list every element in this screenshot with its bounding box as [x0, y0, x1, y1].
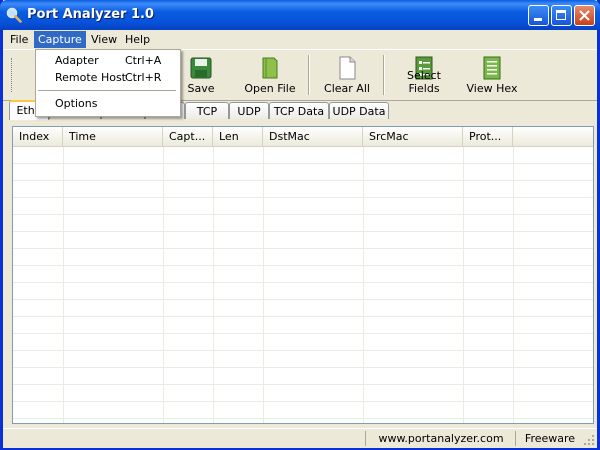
column-divider	[363, 147, 364, 423]
clear-all-button[interactable]: Clear All	[321, 53, 373, 97]
open-file-button[interactable]: Open File	[241, 53, 299, 97]
close-button[interactable]	[574, 5, 595, 26]
tab-udp[interactable]: UDP	[229, 102, 269, 119]
title-bar[interactable]: Port Analyzer 1.0	[0, 0, 600, 30]
column-divider	[163, 147, 164, 423]
app-window: Port Analyzer 1.0 File Capture View Help	[0, 0, 600, 450]
menu-separator	[38, 90, 176, 91]
folder-icon	[262, 57, 278, 79]
view-hex-button[interactable]: View Hex	[465, 53, 519, 97]
list-rows	[13, 147, 593, 423]
menu-item-label: Adapter	[55, 54, 99, 67]
menu-item-adapter[interactable]: Adapter Ctrl+A	[38, 52, 178, 69]
capture-menu-dropdown: Adapter Ctrl+A Remote Host Ctrl+R Option…	[35, 49, 181, 117]
menu-item-label: Remote Host	[55, 71, 126, 84]
menu-help[interactable]: Help	[121, 31, 154, 48]
resize-grip-icon[interactable]	[583, 434, 595, 446]
menu-item-shortcut: Ctrl+A	[125, 54, 162, 67]
clear-all-label: Clear All	[324, 82, 370, 95]
magnifier-icon	[6, 7, 22, 23]
status-license: Freeware	[515, 431, 584, 446]
list-header: Index Time Capt... Len DstMac SrcMac Pro…	[13, 127, 593, 147]
column-divider	[63, 147, 64, 423]
open-file-label: Open File	[244, 82, 296, 95]
column-header-protocol[interactable]: Prot...	[463, 127, 513, 146]
tab-tcp[interactable]: TCP	[185, 102, 229, 119]
tab-udp-data[interactable]: UDP Data	[329, 102, 389, 119]
toolbar-separator	[383, 55, 385, 95]
menu-item-options[interactable]: Options	[38, 95, 178, 112]
close-icon	[579, 10, 590, 21]
minimize-button[interactable]	[528, 5, 549, 26]
hex-document-icon	[483, 56, 501, 80]
maximize-icon	[556, 10, 566, 20]
menu-view[interactable]: View	[87, 31, 121, 48]
column-header-dstmac[interactable]: DstMac	[263, 127, 363, 146]
menu-item-remote-host[interactable]: Remote Host Ctrl+R	[38, 69, 178, 86]
minimize-icon	[534, 18, 542, 21]
column-header-index[interactable]: Index	[13, 127, 63, 146]
status-url[interactable]: www.portanalyzer.com	[365, 431, 516, 446]
menu-item-label: Options	[55, 97, 98, 110]
menu-item-shortcut: Ctrl+R	[125, 71, 162, 84]
save-label: Save	[187, 82, 215, 95]
maximize-button[interactable]	[551, 5, 572, 26]
view-hex-label: View Hex	[466, 82, 518, 95]
select-fields-label: Select Fields	[407, 69, 441, 95]
select-fields-button[interactable]: Select Fields	[391, 53, 457, 97]
column-header-srcmac[interactable]: SrcMac	[363, 127, 463, 146]
save-button[interactable]: Save	[179, 53, 223, 97]
column-divider	[463, 147, 464, 423]
toolbar-separator	[308, 55, 310, 95]
packet-list[interactable]: Index Time Capt... Len DstMac SrcMac Pro…	[12, 126, 594, 424]
status-bar: www.portanalyzer.com Freeware	[3, 428, 597, 448]
menu-file[interactable]: File	[6, 31, 32, 48]
column-header-filler	[513, 127, 593, 146]
menu-capture[interactable]: Capture	[34, 31, 86, 48]
column-header-time[interactable]: Time	[63, 127, 163, 146]
column-divider	[513, 147, 514, 423]
column-header-capture[interactable]: Capt...	[163, 127, 213, 146]
blank-document-icon	[339, 56, 356, 80]
window-title: Port Analyzer 1.0	[27, 7, 154, 22]
menu-bar: File Capture View Help	[3, 30, 597, 49]
column-header-length[interactable]: Len	[213, 127, 263, 146]
tab-tcp-data[interactable]: TCP Data	[269, 102, 329, 119]
column-divider	[263, 147, 264, 423]
column-divider	[213, 147, 214, 423]
toolbar-grip[interactable]	[11, 58, 15, 92]
floppy-disk-icon	[190, 57, 212, 79]
